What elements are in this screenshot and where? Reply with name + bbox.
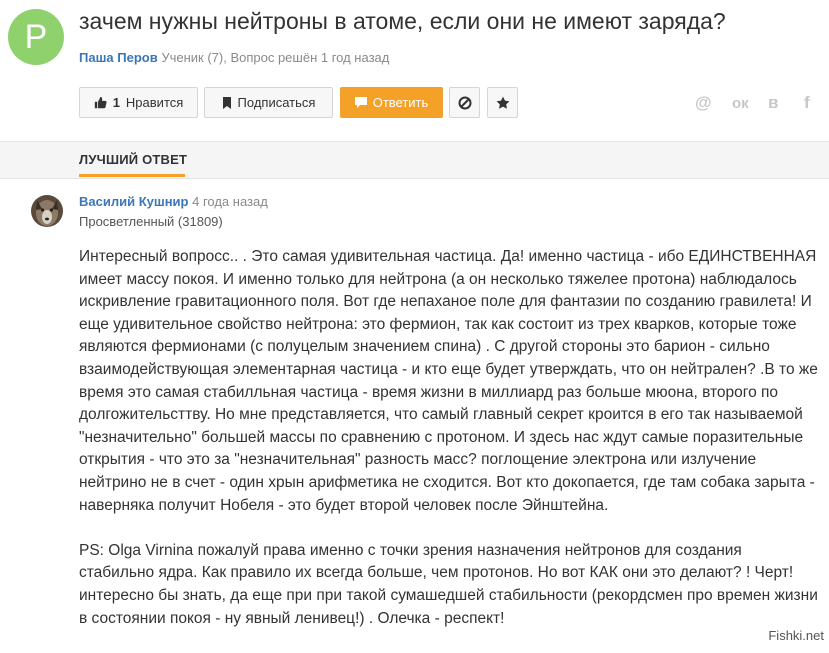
answers-tab-bar: ЛУЧШИЙ ОТВЕТ — [0, 141, 829, 179]
question-meta: Паша Перов Ученик (7), Вопрос решён 1 го… — [79, 50, 389, 65]
subscribe-label: Подписаться — [237, 95, 316, 110]
active-tab-indicator — [79, 174, 185, 177]
favorite-button[interactable] — [487, 87, 518, 118]
answer-button[interactable]: Ответить — [340, 87, 443, 118]
wolf-avatar-image — [31, 195, 63, 227]
like-count: 1 — [112, 95, 120, 110]
question-title: зачем нужны нейтроны в атоме, если они н… — [79, 8, 726, 34]
avatar-letter: P — [24, 17, 48, 56]
answer-paragraph: PS: Olga Virnina пожалуй права именно с … — [79, 541, 818, 627]
tab-best-answer[interactable]: ЛУЧШИЙ ОТВЕТ — [79, 152, 187, 167]
answer-label: Ответить — [372, 95, 429, 110]
answer-author-avatar[interactable] — [31, 195, 63, 227]
question-author-link[interactable]: Паша Перов — [79, 50, 158, 65]
answer-meta: Василий Кушнир 4 года назад — [79, 194, 268, 209]
question-meta-text: Ученик (7), Вопрос решён 1 год назад — [161, 50, 390, 65]
answer-author-rank: Просветленный (31809) — [79, 214, 223, 229]
block-button[interactable] — [449, 87, 480, 118]
subscribe-button[interactable]: Подписаться — [204, 87, 333, 118]
thumbs-up-icon — [94, 96, 107, 109]
facebook-share-icon[interactable]: f — [804, 93, 810, 113]
answer-body: Интересный вопросс.. . Это самая удивите… — [79, 246, 819, 653]
answer-paragraph: Интересный вопросс.. . Это самая удивите… — [79, 248, 818, 514]
watermark: Fishki.net — [768, 628, 824, 643]
answer-time: 4 года назад — [192, 194, 268, 209]
like-label: Нравится — [125, 95, 184, 110]
star-icon — [496, 96, 509, 109]
odnoklassniki-share-icon[interactable]: ок — [732, 95, 749, 112]
mail-share-icon[interactable]: @ — [695, 93, 712, 113]
comment-icon — [354, 97, 367, 108]
like-button[interactable]: 1 Нравится — [79, 87, 198, 118]
block-icon — [458, 96, 471, 109]
vk-share-icon[interactable]: в — [768, 93, 778, 113]
answer-author-link[interactable]: Василий Кушнир — [79, 194, 188, 209]
question-author-avatar[interactable]: P — [8, 9, 64, 65]
bookmark-icon — [222, 96, 231, 109]
